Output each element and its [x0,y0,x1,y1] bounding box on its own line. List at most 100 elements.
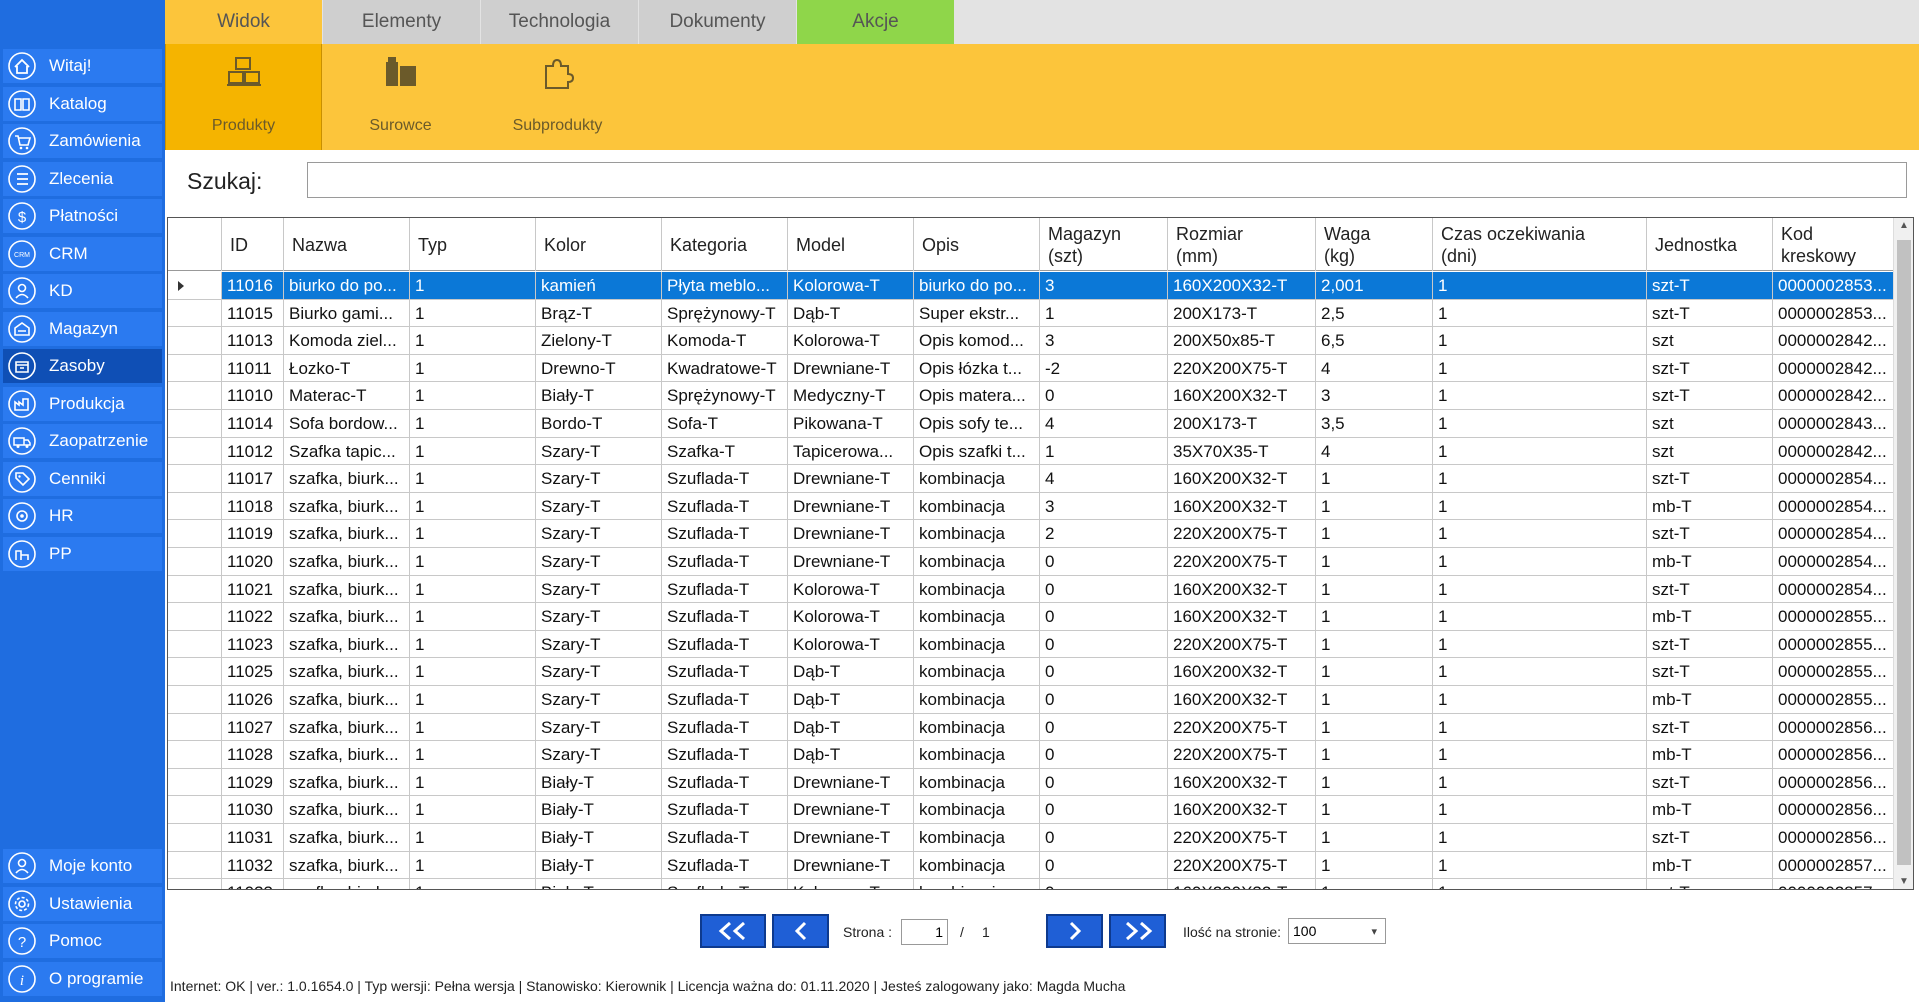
table-cell[interactable]: 0000002856... [1773,796,1893,824]
table-cell[interactable]: mb-T [1647,851,1773,880]
row-header[interactable] [168,630,222,659]
table-cell[interactable]: Szuflada-T [662,630,788,659]
sidebar-item-produkcja[interactable]: Produkcja [3,386,162,421]
table-cell[interactable]: kombinacja [914,630,1040,659]
table-cell[interactable]: 1 [1316,465,1433,493]
table-cell[interactable]: 0 [1040,824,1168,852]
row-header[interactable] [168,741,222,769]
table-cell[interactable]: 160X200X32-T [1168,492,1316,521]
table-cell[interactable]: 1 [1316,603,1433,631]
row-header[interactable] [168,548,222,576]
table-cell[interactable]: kombinacja [914,658,1040,686]
table-cell[interactable]: mb-T [1647,686,1773,714]
table-cell[interactable]: Drewniane-T [788,520,914,548]
sidebar-item-pomoc[interactable]: ? Pomoc [3,924,162,958]
table-cell[interactable]: szt-T [1647,879,1773,889]
table-cell[interactable]: 0000002853... [1773,272,1893,300]
table-cell[interactable]: 11033 [222,879,284,889]
table-cell[interactable]: 160X200X32-T [1168,603,1316,631]
table-cell[interactable]: 1 [1433,741,1647,769]
table-cell[interactable]: Łozko-T [284,354,410,383]
table-cell[interactable]: szafka, biurk... [284,520,410,548]
sidebar-item-crm[interactable]: CRM CRM [3,236,162,271]
first-page-button[interactable] [700,914,766,948]
table-cell[interactable]: 0000002842... [1773,327,1893,355]
table-cell[interactable]: 11031 [222,824,284,852]
table-cell[interactable]: szt-T [1647,630,1773,659]
table-cell[interactable]: 0 [1040,658,1168,686]
table-cell[interactable]: mb-T [1647,492,1773,521]
table-cell[interactable]: 11017 [222,465,284,493]
table-cell[interactable]: 11012 [222,437,284,466]
table-cell[interactable]: biurko do po... [284,272,410,300]
table-cell[interactable]: szt-T [1647,299,1773,328]
table-cell[interactable]: szafka, biurk... [284,686,410,714]
table-cell[interactable]: Szary-T [536,630,662,659]
sidebar-item-zamówienia[interactable]: Zamówienia [3,124,162,158]
table-cell[interactable]: 0 [1040,686,1168,714]
table-row[interactable]: 11022 szafka, biurk... 1 Szary-T Szuflada-T K… [168,603,1893,631]
table-cell[interactable]: 1 [410,741,536,769]
column-header[interactable]: Waga (kg) [1316,218,1433,271]
sidebar-item-zasoby[interactable]: Zasoby [3,349,162,383]
table-cell[interactable]: Zielony-T [536,327,662,355]
table-cell[interactable]: 0000002855... [1773,686,1893,714]
table-cell[interactable]: 200X50x85-T [1168,327,1316,355]
table-cell[interactable]: Drewniane-T [788,548,914,576]
table-cell[interactable]: 1 [410,382,536,410]
table-cell[interactable]: Drewniane-T [788,768,914,797]
table-cell[interactable]: 1 [1433,713,1647,742]
row-header[interactable] [168,658,222,686]
ribbon-button-subprodukty[interactable]: Subprodukty [479,44,636,150]
table-cell[interactable]: 1 [1433,548,1647,576]
table-cell[interactable]: 0 [1040,630,1168,659]
table-cell[interactable]: 2,5 [1316,299,1433,328]
table-cell[interactable]: 0000002857... [1773,852,1893,880]
table-cell[interactable]: 160X200X32-T [1168,382,1316,410]
table-cell[interactable]: 0 [1040,796,1168,824]
table-cell[interactable]: 11021 [222,575,284,604]
vertical-scrollbar[interactable]: ▲ ▼ [1893,218,1913,889]
table-cell[interactable]: 11023 [222,630,284,659]
table-cell[interactable]: 1 [1433,796,1647,824]
table-cell[interactable]: szt-T [1647,768,1773,797]
table-cell[interactable]: 0 [1040,548,1168,576]
row-header[interactable] [168,796,222,824]
table-cell[interactable]: Kwadratowe-T [662,354,788,383]
column-header[interactable]: Kolor [536,218,662,271]
table-cell[interactable]: 220X200X75-T [1168,548,1316,576]
row-header[interactable] [168,327,222,355]
page-input[interactable] [901,919,948,945]
table-cell[interactable]: 1 [1040,299,1168,328]
table-cell[interactable]: 1 [1433,768,1647,797]
table-cell[interactable]: kombinacja [914,575,1040,604]
table-cell[interactable]: szafka, biurk... [284,824,410,852]
table-cell[interactable]: 200X173-T [1168,410,1316,438]
table-row[interactable]: 11013 Komoda ziel... 1 Zielony-T Komoda-T Kol… [168,327,1893,355]
table-row[interactable]: 11021 szafka, biurk... 1 Szary-T Szuflada-T K… [168,575,1893,604]
table-cell[interactable]: 1 [1433,354,1647,383]
row-header[interactable] [168,851,222,880]
table-cell[interactable]: Szary-T [536,603,662,631]
table-cell[interactable]: szafka, biurk... [284,796,410,824]
table-cell[interactable]: 1 [410,410,536,438]
table-cell[interactable]: mb-T [1647,548,1773,576]
table-cell[interactable]: 0000002842... [1773,382,1893,410]
table-cell[interactable]: 11015 [222,299,284,328]
table-cell[interactable]: 0 [1040,879,1168,889]
table-cell[interactable]: szafka, biurk... [284,741,410,769]
table-cell[interactable]: Szuflada-T [662,741,788,769]
table-row[interactable]: 11011 Łozko-T 1 Drewno-T Kwadratowe-T Drewnia… [168,354,1893,383]
table-cell[interactable]: 3 [1316,382,1433,410]
table-cell[interactable]: 11022 [222,603,284,631]
table-row[interactable]: 11010 Materac-T 1 Biały-T Sprężynowy-T Medycz… [168,382,1893,410]
table-cell[interactable]: szafka, biurk... [284,548,410,576]
sidebar-item-pp[interactable]: PP [3,536,162,571]
table-cell[interactable]: 4 [1316,354,1433,383]
row-header[interactable] [168,603,222,631]
previous-page-button[interactable] [772,914,829,948]
table-cell[interactable]: 1 [1316,796,1433,824]
table-cell[interactable]: 1 [1433,272,1647,300]
table-cell[interactable]: 0000002855... [1773,631,1893,659]
tab-technologia[interactable]: Technologia [481,0,638,44]
